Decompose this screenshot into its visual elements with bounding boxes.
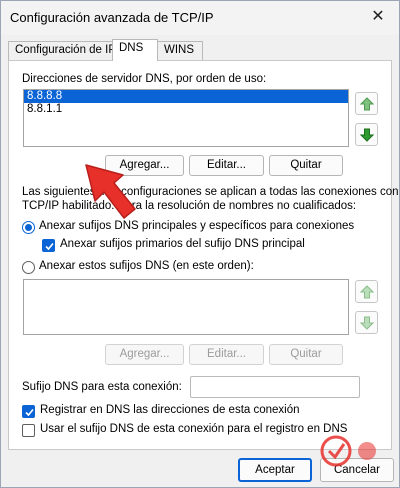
dialog-window: Configuración avanzada de TCP/IP ✕ Confi… — [0, 0, 400, 488]
connection-suffix-label: Sufijo DNS para esta conexión: — [22, 381, 182, 393]
watermark-logo-icon — [320, 435, 376, 467]
move-up-button[interactable] — [355, 92, 378, 115]
window-title: Configuración avanzada de TCP/IP — [10, 10, 214, 25]
dns-servers-label: Direcciones de servidor DNS, por orden d… — [22, 73, 267, 85]
checkmark-icon — [45, 242, 54, 251]
arrow-up-icon — [360, 285, 374, 299]
title-bar: Configuración avanzada de TCP/IP ✕ — [1, 1, 399, 35]
append-list-label: Anexar estos sufijos DNS (en este orden)… — [39, 260, 254, 272]
suffix-remove-button[interactable]: Quitar — [269, 344, 343, 365]
dns-server-item[interactable]: 8.8.1.1 — [24, 103, 348, 116]
register-checkbox[interactable] — [22, 405, 35, 418]
tab-dns[interactable]: DNS — [112, 39, 158, 61]
register-label: Registrar en DNS las direcciones de esta… — [40, 404, 300, 416]
suffix-add-button[interactable]: Agregar... — [105, 344, 184, 365]
arrow-up-icon — [360, 97, 374, 111]
arrow-down-icon — [360, 128, 374, 142]
tab-wins[interactable]: WINS — [157, 41, 203, 60]
close-icon[interactable]: ✕ — [367, 6, 389, 28]
append-list-radio[interactable] — [22, 261, 35, 274]
dns-remove-button[interactable]: Quitar — [269, 155, 343, 176]
append-parent-checkbox[interactable] — [42, 239, 55, 252]
arrow-down-icon — [360, 316, 374, 330]
suffix-move-up-button[interactable] — [355, 280, 378, 303]
checkmark-icon — [25, 408, 34, 417]
suffix-edit-button[interactable]: Editar... — [189, 344, 264, 365]
append-primary-radio[interactable] — [22, 221, 35, 234]
dns-tab-panel: Direcciones de servidor DNS, por orden d… — [8, 60, 399, 450]
dns-server-item[interactable]: 8.8.8.8 — [24, 90, 348, 103]
red-arrow-pointer-icon — [85, 164, 136, 219]
ok-button[interactable]: Aceptar — [238, 458, 312, 482]
dns-server-list[interactable]: 8.8.8.8 8.8.1.1 — [23, 89, 349, 147]
resolution-description-line2: TCP/IP habilitado. Para la resolución de… — [22, 200, 357, 212]
tab-ip-settings[interactable]: Configuración de IP — [8, 41, 116, 60]
suffix-move-down-button[interactable] — [355, 311, 378, 334]
dns-edit-button[interactable]: Editar... — [189, 155, 264, 176]
move-down-button[interactable] — [355, 123, 378, 146]
use-suffix-checkbox[interactable] — [22, 424, 35, 437]
connection-suffix-input[interactable] — [190, 376, 360, 398]
use-suffix-label: Usar el sufijo DNS de esta conexión para… — [40, 423, 348, 435]
dns-suffix-list[interactable] — [23, 279, 349, 335]
append-parent-label: Anexar sufijos primarios del sufijo DNS … — [60, 238, 305, 250]
